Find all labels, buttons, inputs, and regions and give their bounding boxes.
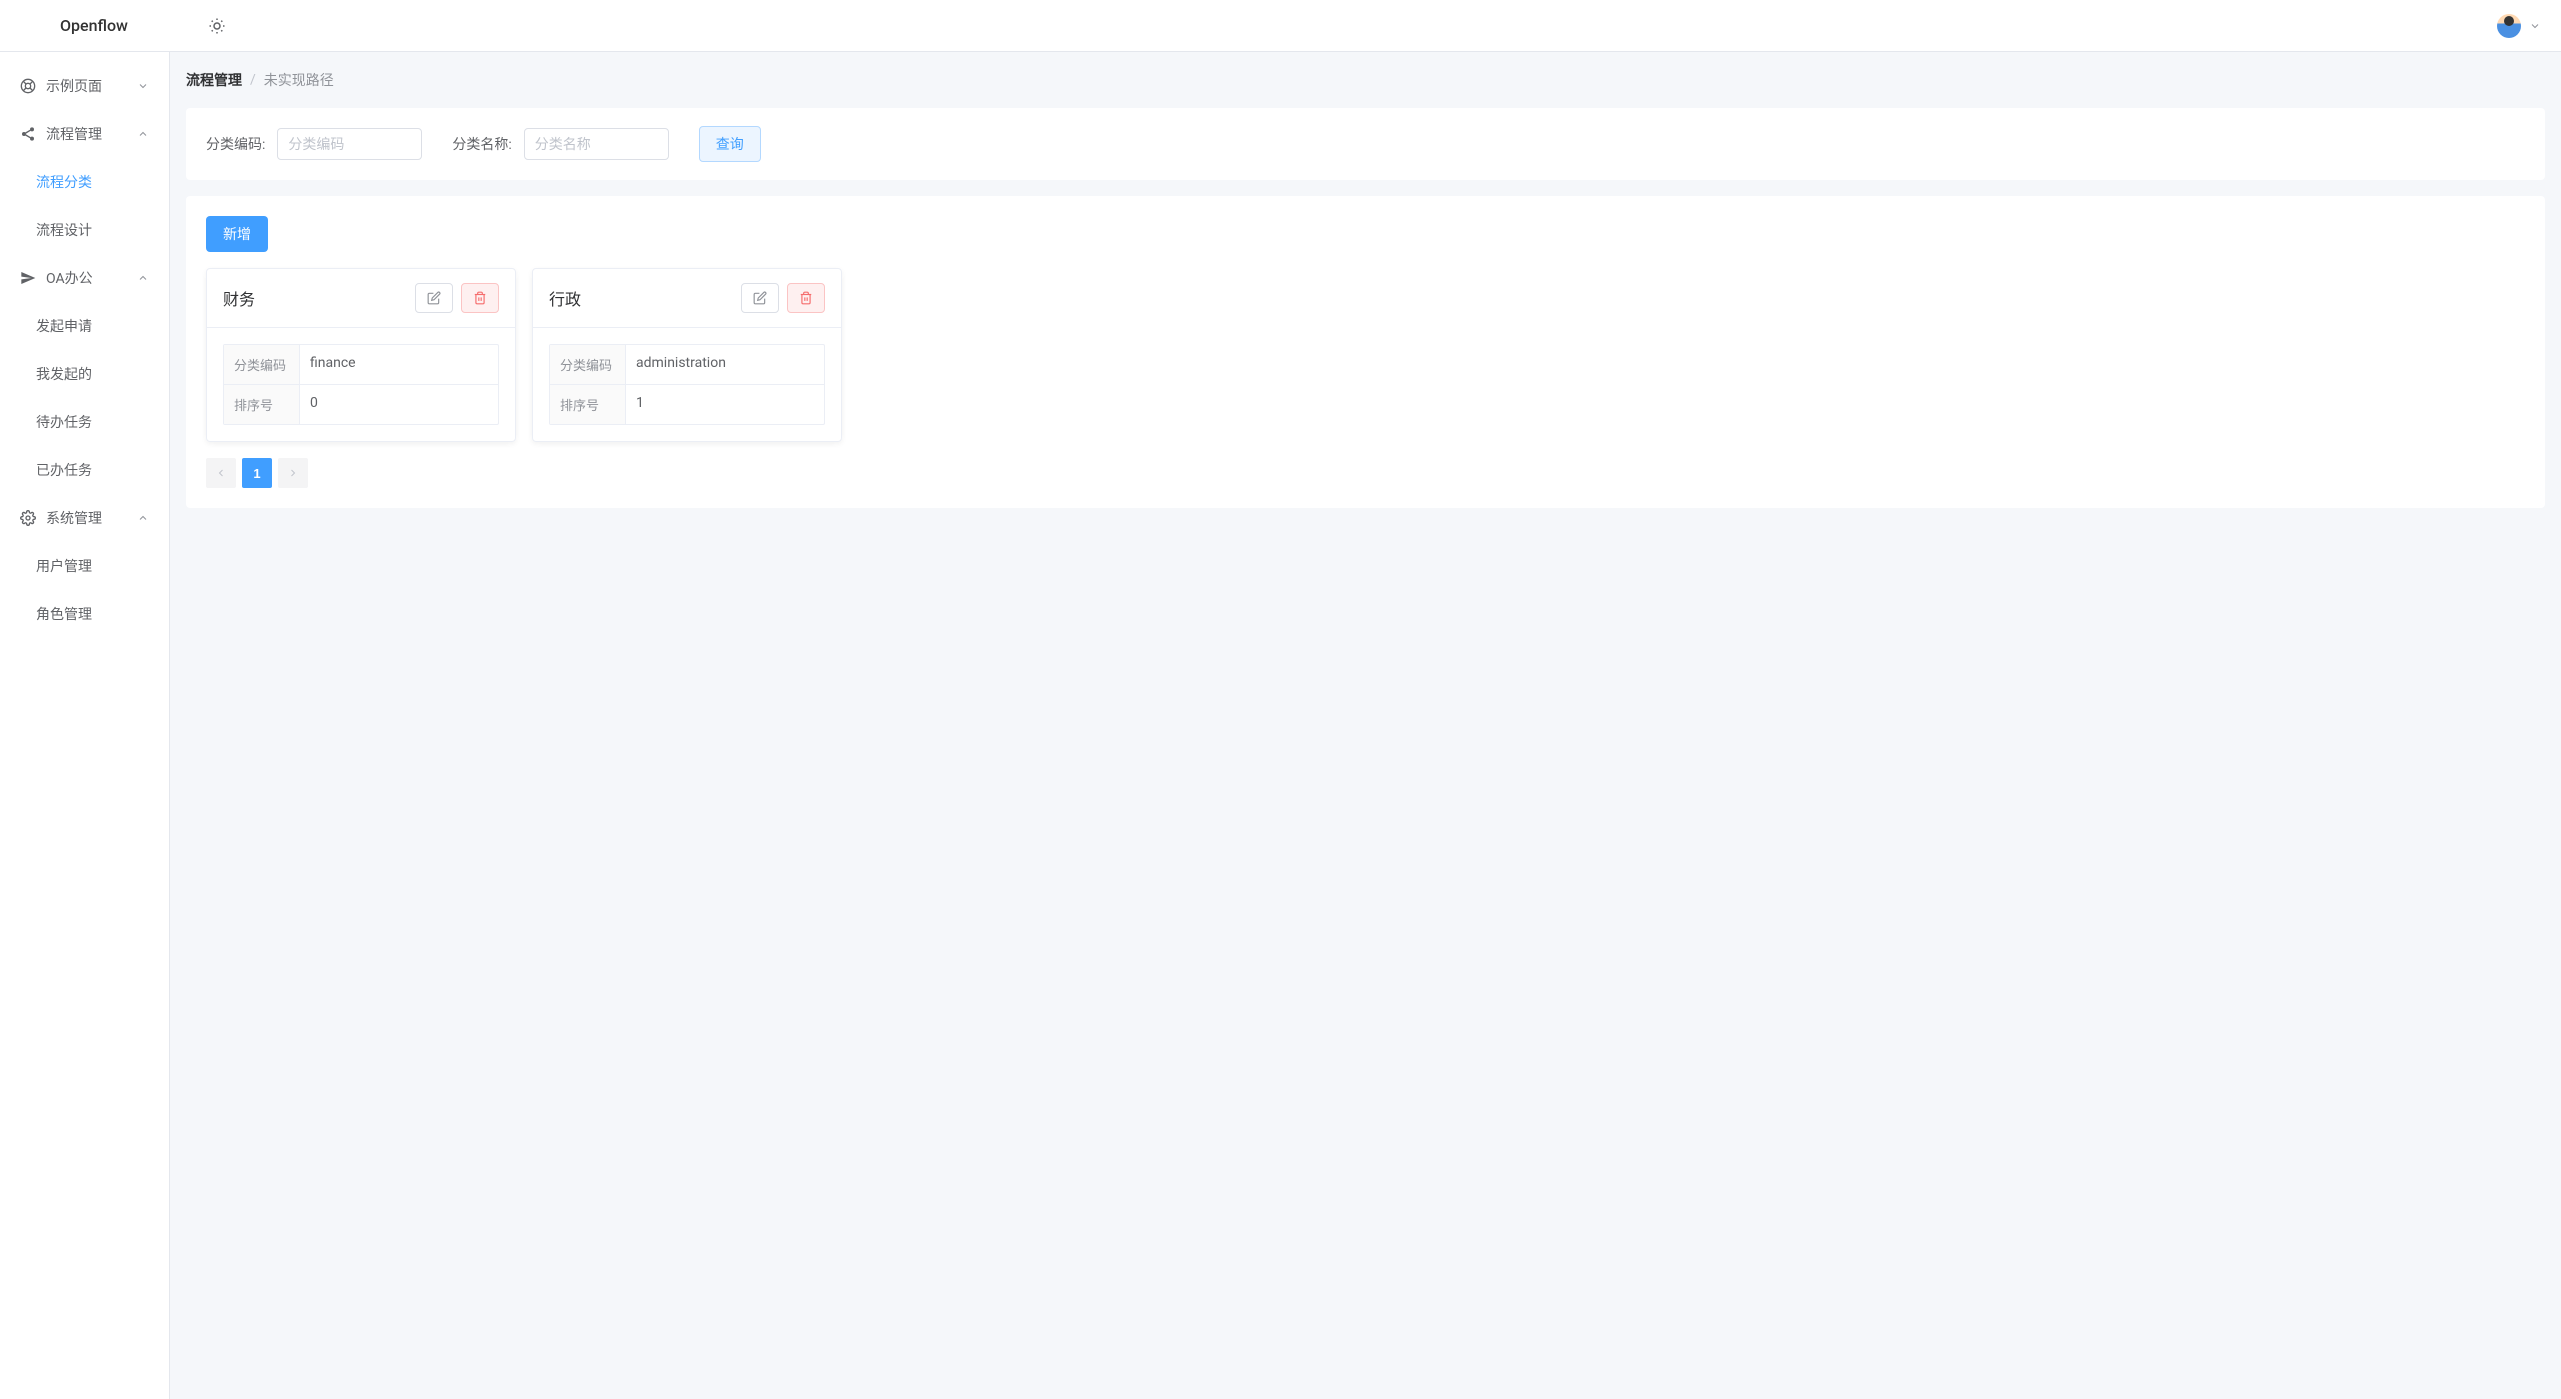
info-label-sort: 排序号 (224, 385, 300, 424)
sidebar-item-system-roles[interactable]: 角色管理 (0, 590, 169, 638)
info-label-sort: 排序号 (550, 385, 626, 424)
info-row: 分类编码 administration (550, 345, 824, 385)
search-panel: 分类编码: 分类名称: 查询 (186, 108, 2545, 180)
info-value-sort: 1 (626, 385, 824, 424)
sidebar-item-label: 用户管理 (36, 559, 92, 575)
chevron-right-icon (287, 467, 299, 479)
info-value-code: finance (300, 345, 498, 384)
category-card: 财务 分类编码 (206, 268, 516, 442)
sidebar-item-label: 流程设计 (36, 223, 92, 239)
info-table: 分类编码 administration 排序号 1 (549, 344, 825, 425)
page-number-button[interactable]: 1 (242, 458, 272, 488)
sidebar-item-oa-mine[interactable]: 我发起的 (0, 350, 169, 398)
sidebar-item-workflow[interactable]: 流程管理 (0, 110, 169, 158)
edit-button[interactable] (741, 283, 779, 313)
edit-button[interactable] (415, 283, 453, 313)
card-body: 分类编码 finance 排序号 0 (207, 328, 515, 441)
sidebar-item-system-users[interactable]: 用户管理 (0, 542, 169, 590)
form-item-name: 分类名称: (452, 128, 668, 160)
share-icon (20, 126, 36, 142)
main-content: 流程管理 / 未实现路径 分类编码: 分类名称: 查询 新增 (170, 52, 2561, 1399)
sidebar-item-oa-apply[interactable]: 发起申请 (0, 302, 169, 350)
delete-button[interactable] (461, 283, 499, 313)
form-label-name: 分类名称: (452, 134, 511, 154)
page-next-button[interactable] (278, 458, 308, 488)
delete-button[interactable] (787, 283, 825, 313)
sidebar-item-workflow-design[interactable]: 流程设计 (0, 206, 169, 254)
trash-icon (473, 291, 487, 305)
container: 示例页面 流程管理 流程分类 流程设计 OA办公 发起申请 (0, 52, 2561, 1399)
sidebar-item-label: 角色管理 (36, 607, 92, 623)
breadcrumb-current: 流程管理 (186, 70, 242, 90)
paper-plane-icon (20, 270, 36, 286)
card-actions (415, 283, 499, 313)
info-row: 排序号 1 (550, 385, 824, 424)
cards-row: 财务 分类编码 (206, 268, 2525, 442)
info-row: 分类编码 finance (224, 345, 498, 385)
chevron-left-icon (215, 467, 227, 479)
sidebar-item-oa-todo[interactable]: 待办任务 (0, 398, 169, 446)
header-left: Openflow (20, 16, 226, 35)
app-logo: Openflow (60, 16, 128, 35)
info-row: 排序号 0 (224, 385, 498, 424)
gear-icon (20, 510, 36, 526)
info-value-sort: 0 (300, 385, 498, 424)
sidebar-item-label: 待办任务 (36, 415, 92, 431)
breadcrumb: 流程管理 / 未实现路径 (186, 68, 2545, 92)
info-table: 分类编码 finance 排序号 0 (223, 344, 499, 425)
form-item-code: 分类编码: (206, 128, 422, 160)
card-header: 行政 (533, 269, 841, 328)
info-value-code: administration (626, 345, 824, 384)
sidebar: 示例页面 流程管理 流程分类 流程设计 OA办公 发起申请 (0, 52, 170, 1399)
avatar (2497, 14, 2521, 38)
sun-icon (208, 17, 226, 35)
sidebar-item-label: OA办公 (46, 268, 93, 288)
sidebar-item-label: 已办任务 (36, 463, 92, 479)
chevron-up-icon (137, 272, 149, 284)
form-label-code: 分类编码: (206, 134, 265, 154)
card-actions (741, 283, 825, 313)
lifebuoy-icon (20, 78, 36, 94)
chevron-up-icon (137, 512, 149, 524)
content-panel: 新增 财务 (186, 196, 2545, 508)
info-label-code: 分类编码 (550, 345, 626, 384)
chevron-up-icon (137, 128, 149, 140)
card-title: 行政 (549, 286, 581, 310)
category-name-input[interactable] (524, 128, 669, 160)
sidebar-item-label: 发起申请 (36, 319, 92, 335)
sidebar-item-label: 示例页面 (46, 76, 102, 96)
page-prev-button[interactable] (206, 458, 236, 488)
sidebar-item-label: 流程分类 (36, 175, 92, 191)
chevron-down-icon (2529, 20, 2541, 32)
card-header: 财务 (207, 269, 515, 328)
card-title: 财务 (223, 286, 255, 310)
sidebar-item-system[interactable]: 系统管理 (0, 494, 169, 542)
breadcrumb-separator: / (250, 72, 256, 88)
edit-icon (753, 291, 767, 305)
theme-toggle-button[interactable] (208, 17, 226, 35)
info-label-code: 分类编码 (224, 345, 300, 384)
sidebar-item-label: 我发起的 (36, 367, 92, 383)
header: Openflow (0, 0, 2561, 52)
sidebar-item-label: 系统管理 (46, 508, 102, 528)
user-menu[interactable] (2497, 14, 2541, 38)
sidebar-item-examples[interactable]: 示例页面 (0, 62, 169, 110)
add-button[interactable]: 新增 (206, 216, 268, 252)
sidebar-item-label: 流程管理 (46, 124, 102, 144)
category-card: 行政 分类编码 (532, 268, 842, 442)
pagination: 1 (206, 458, 2525, 488)
chevron-down-icon (137, 80, 149, 92)
edit-icon (427, 291, 441, 305)
card-body: 分类编码 administration 排序号 1 (533, 328, 841, 441)
query-button[interactable]: 查询 (699, 126, 761, 162)
sidebar-item-oa[interactable]: OA办公 (0, 254, 169, 302)
breadcrumb-path: 未实现路径 (264, 70, 334, 90)
sidebar-item-oa-done[interactable]: 已办任务 (0, 446, 169, 494)
category-code-input[interactable] (277, 128, 422, 160)
sidebar-item-workflow-category[interactable]: 流程分类 (0, 158, 169, 206)
trash-icon (799, 291, 813, 305)
